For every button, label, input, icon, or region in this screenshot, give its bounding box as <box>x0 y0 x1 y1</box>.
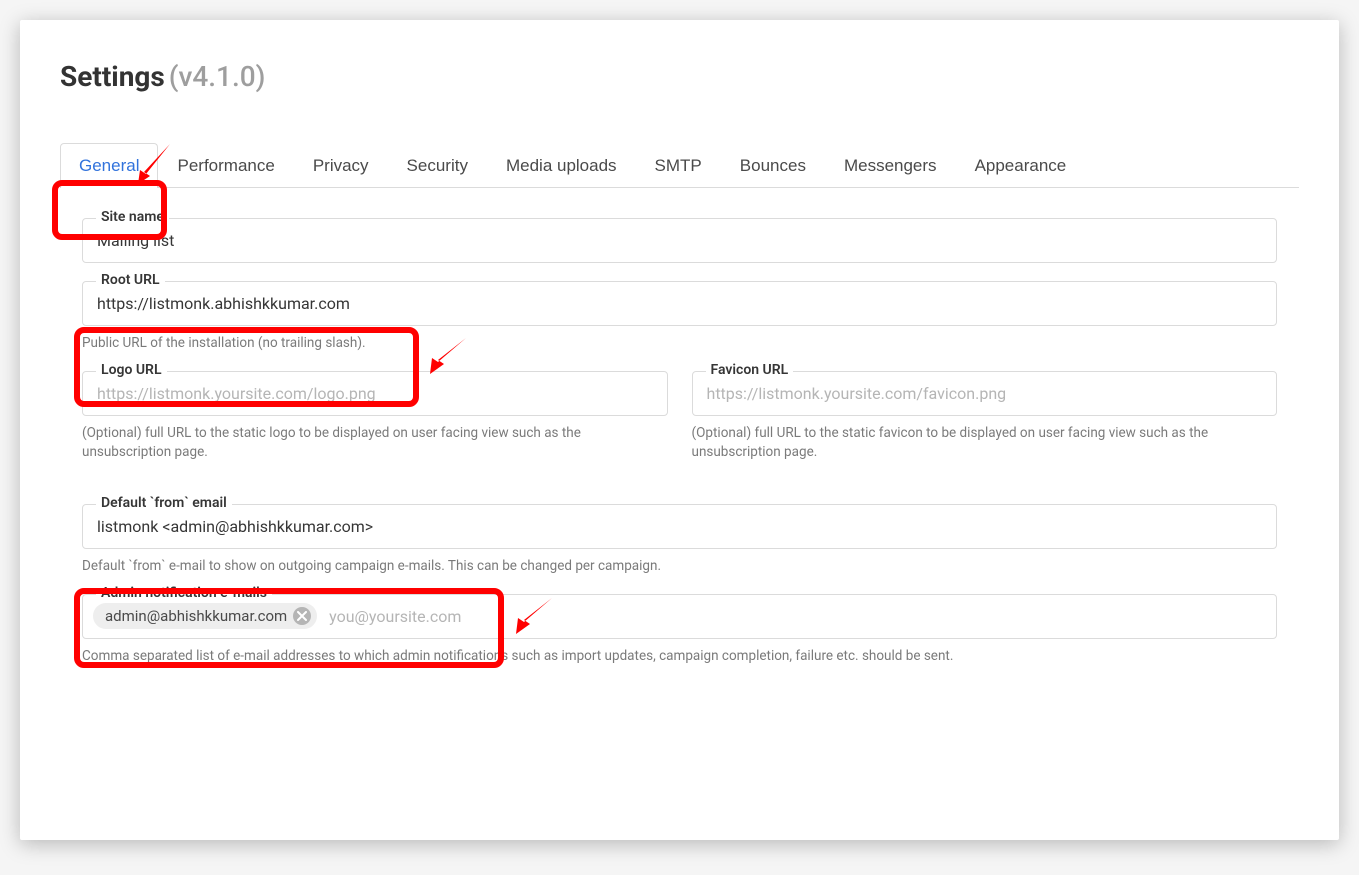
general-settings-form: Site name Root URL Public URL of the ins… <box>60 218 1299 665</box>
logo-url-label: Logo URL <box>96 362 167 378</box>
admin-emails-input[interactable] <box>325 601 1266 632</box>
root-url-help: Public URL of the installation (no trail… <box>82 334 1277 353</box>
settings-tabs: General Performance Privacy Security Med… <box>60 143 1299 188</box>
admin-email-tag: admin@abhishkkumar.com <box>93 603 317 629</box>
tab-smtp[interactable]: SMTP <box>636 143 721 188</box>
logo-url-field: Logo URL (Optional) full URL to the stat… <box>82 371 668 462</box>
site-name-field: Site name <box>82 218 1277 263</box>
tab-appearance[interactable]: Appearance <box>956 143 1086 188</box>
page-title: Settings <box>60 60 165 93</box>
site-name-label: Site name <box>96 209 169 225</box>
site-name-input[interactable] <box>82 218 1277 263</box>
root-url-input[interactable] <box>82 281 1277 326</box>
from-email-field: Default `from` email Default `from` e-ma… <box>82 504 1277 576</box>
root-url-field: Root URL Public URL of the installation … <box>82 281 1277 353</box>
settings-page: Settings (v4.1.0) General Performance Pr… <box>20 20 1339 840</box>
favicon-url-help: (Optional) full URL to the static favico… <box>692 424 1278 462</box>
admin-emails-field: Admin notification e-mails admin@abhishk… <box>82 594 1277 666</box>
from-email-label: Default `from` email <box>96 495 232 511</box>
logo-url-help: (Optional) full URL to the static logo t… <box>82 424 668 462</box>
admin-email-tag-text: admin@abhishkkumar.com <box>105 607 287 625</box>
tab-bounces[interactable]: Bounces <box>721 143 825 188</box>
tab-media-uploads[interactable]: Media uploads <box>487 143 636 188</box>
tab-messengers[interactable]: Messengers <box>825 143 956 188</box>
page-header: Settings (v4.1.0) <box>60 60 1299 93</box>
tab-security[interactable]: Security <box>388 143 487 188</box>
logo-url-input[interactable] <box>82 371 668 416</box>
favicon-url-field: Favicon URL (Optional) full URL to the s… <box>692 371 1278 462</box>
tab-performance[interactable]: Performance <box>158 143 293 188</box>
tab-privacy[interactable]: Privacy <box>294 143 388 188</box>
from-email-input[interactable] <box>82 504 1277 549</box>
tab-general[interactable]: General <box>60 143 158 188</box>
remove-tag-icon[interactable] <box>293 607 311 625</box>
favicon-url-label: Favicon URL <box>706 362 794 378</box>
root-url-label: Root URL <box>96 272 165 288</box>
from-email-help: Default `from` e-mail to show on outgoin… <box>82 557 1277 576</box>
admin-emails-label: Admin notification e-mails <box>96 585 272 601</box>
page-version: (v4.1.0) <box>169 60 266 93</box>
admin-emails-help: Comma separated list of e-mail addresses… <box>82 647 1277 666</box>
